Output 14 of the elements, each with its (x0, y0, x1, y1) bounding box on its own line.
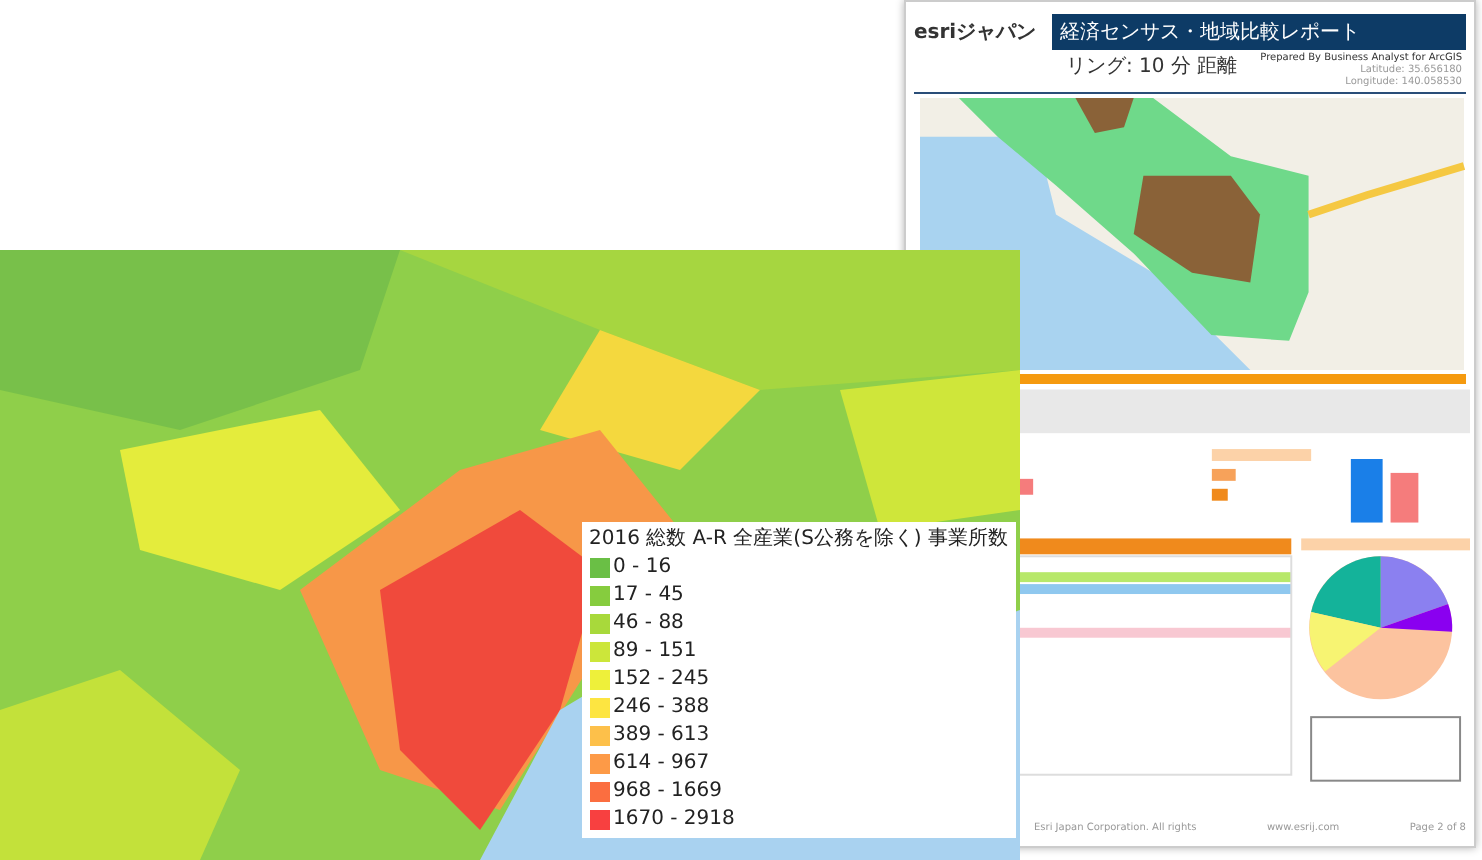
legend-label: 46 - 88 (613, 612, 684, 636)
legend-label: 0 - 16 (613, 556, 672, 580)
legend-label: 614 - 967 (613, 752, 710, 776)
legend-label: 1670 - 2918 (613, 808, 735, 832)
legend-label: 89 - 151 (613, 640, 697, 664)
area-text: リング: 10 分 距離 (1066, 54, 1238, 80)
legend-label: 968 - 1669 (613, 780, 723, 804)
legend-label: 152 - 245 (613, 668, 710, 692)
legend-title: 2016 総数 A-R 全産業(S公務を除く) 事業所数 (589, 528, 1008, 552)
report-title: 経済センサス・地域比較レポート (1052, 14, 1466, 50)
legend-label: 17 - 45 (613, 584, 684, 608)
legend-label: 389 - 613 (613, 724, 710, 748)
logo-text: esriジャパン (914, 20, 1037, 46)
legend-label: 246 - 388 (613, 696, 710, 720)
